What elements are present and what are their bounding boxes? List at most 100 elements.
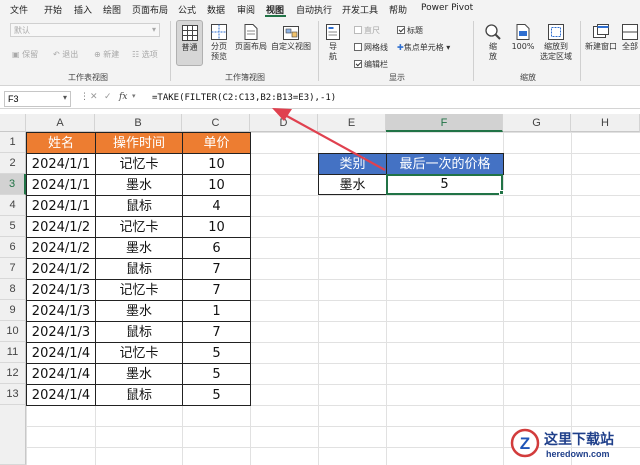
table-header-cell[interactable]: 姓名 <box>26 132 96 154</box>
menu-data[interactable]: 数据 <box>207 3 225 16</box>
table-cell[interactable]: 鼠标 <box>95 384 183 406</box>
menu-help[interactable]: 帮助 <box>389 3 407 16</box>
table-cell[interactable]: 2024/1/4 <box>26 384 96 406</box>
menu-review[interactable]: 审阅 <box>237 3 255 16</box>
table-cell[interactable]: 2024/1/2 <box>26 258 96 280</box>
menu-formulas[interactable]: 公式 <box>178 3 196 16</box>
table-cell[interactable]: 4 <box>182 195 251 217</box>
table-cell[interactable]: 5 <box>182 363 251 385</box>
table-cell[interactable]: 7 <box>182 258 251 280</box>
table-header-cell[interactable]: 单价 <box>182 132 251 154</box>
table-cell[interactable]: 墨水 <box>95 363 183 385</box>
menu-file[interactable]: 文件 <box>10 3 28 16</box>
table-cell[interactable]: 1 <box>182 300 251 322</box>
table-cell[interactable]: 墨水 <box>95 174 183 196</box>
table-cell[interactable]: 鼠标 <box>95 195 183 217</box>
table-cell[interactable]: 墨水 <box>95 237 183 259</box>
focus-cell-button[interactable]: ✚焦点单元格 ▾ <box>397 42 450 53</box>
table-cell[interactable]: 鼠标 <box>95 258 183 280</box>
page-layout-button[interactable]: 页面布局 <box>234 23 268 52</box>
new-view-button[interactable]: ⊕ 新建 <box>94 49 119 60</box>
row-header[interactable]: 8 <box>0 279 26 300</box>
fill-handle[interactable] <box>499 190 504 195</box>
menu-draw[interactable]: 绘图 <box>103 3 121 16</box>
keep-button[interactable]: ▣ 保留 <box>12 49 38 60</box>
gridlines-checkbox[interactable]: 网格线 <box>354 42 388 53</box>
table-cell[interactable]: 10 <box>182 174 251 196</box>
table-cell[interactable]: 鼠标 <box>95 321 183 343</box>
fx-icon[interactable]: fx <box>119 92 127 102</box>
row-header[interactable] <box>0 405 26 465</box>
menu-page-layout[interactable]: 页面布局 <box>132 3 168 16</box>
row-header[interactable]: 11 <box>0 342 26 363</box>
menu-home[interactable]: 开始 <box>44 3 62 16</box>
column-header[interactable]: H <box>571 114 640 132</box>
zoom-button[interactable]: 缩 放 <box>482 23 504 62</box>
column-header[interactable]: C <box>182 114 250 132</box>
lookup-category-cell[interactable]: 墨水 <box>318 174 387 195</box>
column-header[interactable]: A <box>26 114 95 132</box>
row-header[interactable]: 2 <box>0 153 26 174</box>
table-cell[interactable]: 2024/1/3 <box>26 279 96 301</box>
table-cell[interactable]: 2024/1/1 <box>26 153 96 175</box>
table-cell[interactable]: 5 <box>182 342 251 364</box>
cancel-icon[interactable]: ✕ <box>90 92 98 102</box>
table-cell[interactable]: 7 <box>182 279 251 301</box>
table-cell[interactable]: 10 <box>182 153 251 175</box>
row-header[interactable]: 3 <box>0 174 26 195</box>
name-box[interactable]: F3 ▾ <box>4 91 71 107</box>
arrange-all-button[interactable]: 全部 <box>620 23 640 52</box>
table-cell[interactable]: 7 <box>182 321 251 343</box>
row-header[interactable]: 10 <box>0 321 26 342</box>
column-header[interactable]: B <box>95 114 182 132</box>
table-cell[interactable]: 2024/1/1 <box>26 174 96 196</box>
row-header[interactable]: 6 <box>0 237 26 258</box>
row-header[interactable]: 5 <box>0 216 26 237</box>
table-cell[interactable]: 记忆卡 <box>95 153 183 175</box>
table-cell[interactable]: 2024/1/1 <box>26 195 96 217</box>
menu-developer[interactable]: 开发工具 <box>342 3 378 16</box>
ruler-checkbox[interactable]: 直尺 <box>354 25 380 36</box>
enter-icon[interactable]: ✓ <box>104 92 112 102</box>
table-cell[interactable]: 2024/1/2 <box>26 216 96 238</box>
row-header[interactable]: 1 <box>0 132 26 153</box>
row-header[interactable]: 12 <box>0 363 26 384</box>
lookup-result-cell[interactable]: 5 <box>386 174 503 195</box>
table-header-cell[interactable]: 操作时间 <box>95 132 183 154</box>
column-header[interactable]: E <box>318 114 386 132</box>
table-cell[interactable]: 2024/1/4 <box>26 342 96 364</box>
new-window-button[interactable]: 新建窗口 <box>583 23 619 52</box>
row-header[interactable]: 4 <box>0 195 26 216</box>
exit-button[interactable]: ↶ 退出 <box>53 49 78 60</box>
sheet-view-dropdown[interactable]: 默认 ▾ <box>10 23 160 37</box>
custom-view-button[interactable]: 自定义视图 <box>270 23 312 52</box>
lookup-header-price[interactable]: 最后一次的价格 <box>386 153 504 175</box>
table-cell[interactable]: 10 <box>182 216 251 238</box>
table-cell[interactable]: 2024/1/4 <box>26 363 96 385</box>
page-break-preview-button[interactable]: 分页 预览 <box>206 23 232 62</box>
menu-insert[interactable]: 插入 <box>74 3 92 16</box>
normal-view-button[interactable]: 普通 <box>176 20 203 66</box>
formula-bar-checkbox[interactable]: 编辑栏 <box>354 59 388 70</box>
options-button[interactable]: ☷ 选项 <box>132 49 158 60</box>
select-all-corner[interactable] <box>0 114 26 132</box>
column-header[interactable]: G <box>503 114 571 132</box>
headings-checkbox[interactable]: 标题 <box>397 25 423 36</box>
menu-power-pivot[interactable]: Power Pivot <box>421 3 473 13</box>
table-cell[interactable]: 2024/1/3 <box>26 321 96 343</box>
table-cell[interactable]: 记忆卡 <box>95 279 183 301</box>
zoom-100-button[interactable]: 100% <box>510 23 536 52</box>
column-header[interactable]: D <box>250 114 318 132</box>
menu-automate[interactable]: 自动执行 <box>296 3 332 16</box>
row-header[interactable]: 7 <box>0 258 26 279</box>
lookup-header-category[interactable]: 类别 <box>318 153 387 175</box>
column-header[interactable]: F <box>386 114 503 132</box>
navigation-button[interactable]: 导 航 <box>322 23 344 62</box>
table-cell[interactable]: 5 <box>182 384 251 406</box>
row-header[interactable]: 9 <box>0 300 26 321</box>
table-cell[interactable]: 记忆卡 <box>95 342 183 364</box>
formula-input[interactable]: =TAKE(FILTER(C2:C13,B2:B13=E3),-1) <box>152 93 336 103</box>
row-header[interactable]: 13 <box>0 384 26 405</box>
table-cell[interactable]: 墨水 <box>95 300 183 322</box>
table-cell[interactable]: 2024/1/2 <box>26 237 96 259</box>
